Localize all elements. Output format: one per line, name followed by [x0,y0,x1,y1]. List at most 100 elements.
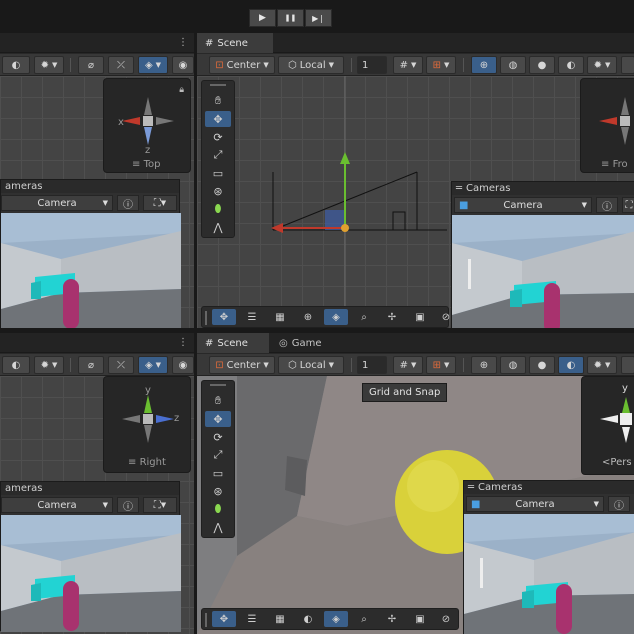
tab-game[interactable]: ◎ Game [271,333,335,353]
step-button[interactable]: ▶❘ [305,9,332,27]
gizmos-toggle[interactable]: ✹ ▼ [587,56,617,74]
play-button[interactable]: ▶ [249,9,276,27]
path-tool[interactable]: ⋀ [205,219,231,235]
tab-scene[interactable]: # Scene [197,333,269,353]
transform-tool[interactable]: ⊛ [205,483,231,499]
path-tool[interactable]: ⋀ [205,519,231,535]
rotate-tool[interactable]: ⟳ [205,429,231,445]
audio-toggle[interactable]: ⤫ [108,356,134,374]
space-dropdown[interactable]: ⬡ Local ▼ [278,356,344,374]
pivot-button[interactable]: ✢ [380,309,404,325]
viewport[interactable]: y z ≡ Right ameras Camera ▼ ⓘ ⛶ ▼ [0,376,194,634]
gizmo-view-label[interactable]: <Pers [602,457,632,468]
lighting-button[interactable]: ◐ [558,356,584,374]
effects-toggle[interactable]: ◈ ▼ [138,56,168,74]
drag-handle[interactable] [205,311,207,325]
scale-tool[interactable]: ⤢ [205,447,231,463]
transform-tool[interactable]: ⊛ [205,183,231,199]
render-mode-button[interactable]: ◍ [500,356,526,374]
shaded-button[interactable]: ● [529,356,555,374]
light-toggle[interactable]: ⌀ [78,356,104,374]
pause-button[interactable]: ❚❚ [277,9,304,27]
transform-settings-button[interactable]: ☰ [240,611,264,627]
pivot-button[interactable]: ✢ [380,611,404,627]
grid-snap-toggle[interactable]: # ▼ [393,56,423,74]
audio-toggle[interactable]: ⤫ [108,56,134,74]
camera-options-button[interactable]: ⛶ [622,197,634,213]
effects-toggle[interactable]: ◈ ▼ [138,356,168,374]
camera-select[interactable]: Camera ▼ [1,497,113,513]
grid-button[interactable]: ▦ [268,309,292,325]
globe-button[interactable]: ⊕ [296,309,320,325]
grid-button[interactable]: ▦ [268,611,292,627]
move-tool[interactable]: ✥ [205,411,231,427]
pivot-dropdown[interactable]: ⊡ Center ▼ [209,356,275,374]
custom-tool[interactable]: ⬮ [205,201,231,217]
hand-tool[interactable]: ✋︎ [205,93,231,109]
info-button[interactable]: ⓘ [117,195,139,211]
search-button[interactable]: ⌕ [352,611,376,627]
camera-select[interactable]: Camera ▼ [1,195,113,211]
info-button[interactable]: ⓘ [117,497,139,513]
camera-button[interactable]: ▣ [408,309,432,325]
layers-button[interactable]: ◈ [324,309,348,325]
shading-button[interactable]: ◐ [2,356,30,374]
camera-options-button[interactable]: ⛶ ▼ [143,195,177,211]
gizmos-toggle[interactable]: ✹ ▼ [587,356,617,374]
lighting-button[interactable]: ◐ [558,56,584,74]
viewport[interactable]: 🔒︎ x z ≡ Top ameras Camera ▼ ⓘ ⛶ ▼ [0,76,194,328]
camera-select[interactable]: ■ Camera ▼ [466,496,604,512]
visibility-toggle[interactable]: ◉ [172,56,194,74]
shaded-button[interactable]: ● [529,56,555,74]
light-toggle[interactable]: ⌀ [78,56,104,74]
shading-button[interactable]: ◐ [2,56,30,74]
move-tool[interactable]: ✥ [205,111,231,127]
increment-snap-toggle[interactable]: ⊞ ▼ [426,356,456,374]
drag-handle[interactable] [210,384,226,386]
rect-tool[interactable]: ▭ [205,165,231,181]
move-snap-button[interactable]: ✥ [212,309,236,325]
hand-tool[interactable]: ✋︎ [205,393,231,409]
more-menu-icon[interactable]: ⋮ [178,37,188,48]
snap-increment-input[interactable]: 1 [357,56,387,74]
move-snap-button[interactable]: ✥ [212,611,236,627]
gizmo-view-label[interactable]: ≡ Right [128,457,166,468]
orientation-gizmo[interactable]: y <Pers [581,376,634,475]
gizmo-view-label[interactable]: ≡ Fro [601,159,628,170]
draw-mode-button[interactable]: ⊕ [471,356,497,374]
visibility-toggle[interactable]: ◉ [172,356,194,374]
more-menu-icon[interactable]: ⋮ [178,337,188,348]
space-dropdown[interactable]: ⬡ Local ▼ [278,56,344,74]
gizmos-toggle[interactable]: ✹ ▼ [34,56,64,74]
render-mode-button[interactable]: ◍ [500,56,526,74]
more-button[interactable] [621,356,634,374]
gizmos-toggle[interactable]: ✹ ▼ [34,356,64,374]
drag-handle[interactable] [205,613,207,627]
info-button[interactable]: ⓘ [608,496,630,512]
camera-select[interactable]: ■ Camera ▼ [454,197,592,213]
transform-settings-button[interactable]: ☰ [240,309,264,325]
viewport[interactable]: ✋︎ ✥ ⟳ ⤢ ▭ ⊛ ⬮ ⋀ ≡ Fro ═ Cameras ■ Camer… [197,76,634,328]
increment-snap-toggle[interactable]: ⊞ ▼ [426,56,456,74]
drag-handle[interactable] [210,84,226,86]
rect-tool[interactable]: ▭ [205,465,231,481]
more-button[interactable] [621,56,634,74]
pivot-dropdown[interactable]: ⊡ Center ▼ [209,56,275,74]
orientation-gizmo[interactable]: ≡ Fro [580,78,634,173]
camera-button[interactable]: ▣ [408,611,432,627]
scale-tool[interactable]: ⤢ [205,147,231,163]
compass-button[interactable]: ⊘ [434,611,458,627]
gizmo-view-label[interactable]: ≡ Top [132,159,160,170]
shading-button[interactable]: ◐ [296,611,320,627]
orientation-gizmo[interactable]: 🔒︎ x z ≡ Top [103,78,191,173]
compass-button[interactable]: ⊘ [434,309,458,325]
custom-tool[interactable]: ⬮ [205,501,231,517]
draw-mode-button[interactable]: ⊕ [471,56,497,74]
viewport[interactable]: Grid and Snap ✋︎ ✥ ⟳ ⤢ ▭ ⊛ ⬮ ⋀ y <Pers ═… [197,376,634,634]
grid-snap-toggle[interactable]: # ▼ [393,356,423,374]
layers-button[interactable]: ◈ [324,611,348,627]
orientation-gizmo[interactable]: y z ≡ Right [103,376,191,473]
tab-scene[interactable]: # Scene [197,33,273,53]
snap-increment-input[interactable]: 1 [357,356,387,374]
search-button[interactable]: ⌕ [352,309,376,325]
